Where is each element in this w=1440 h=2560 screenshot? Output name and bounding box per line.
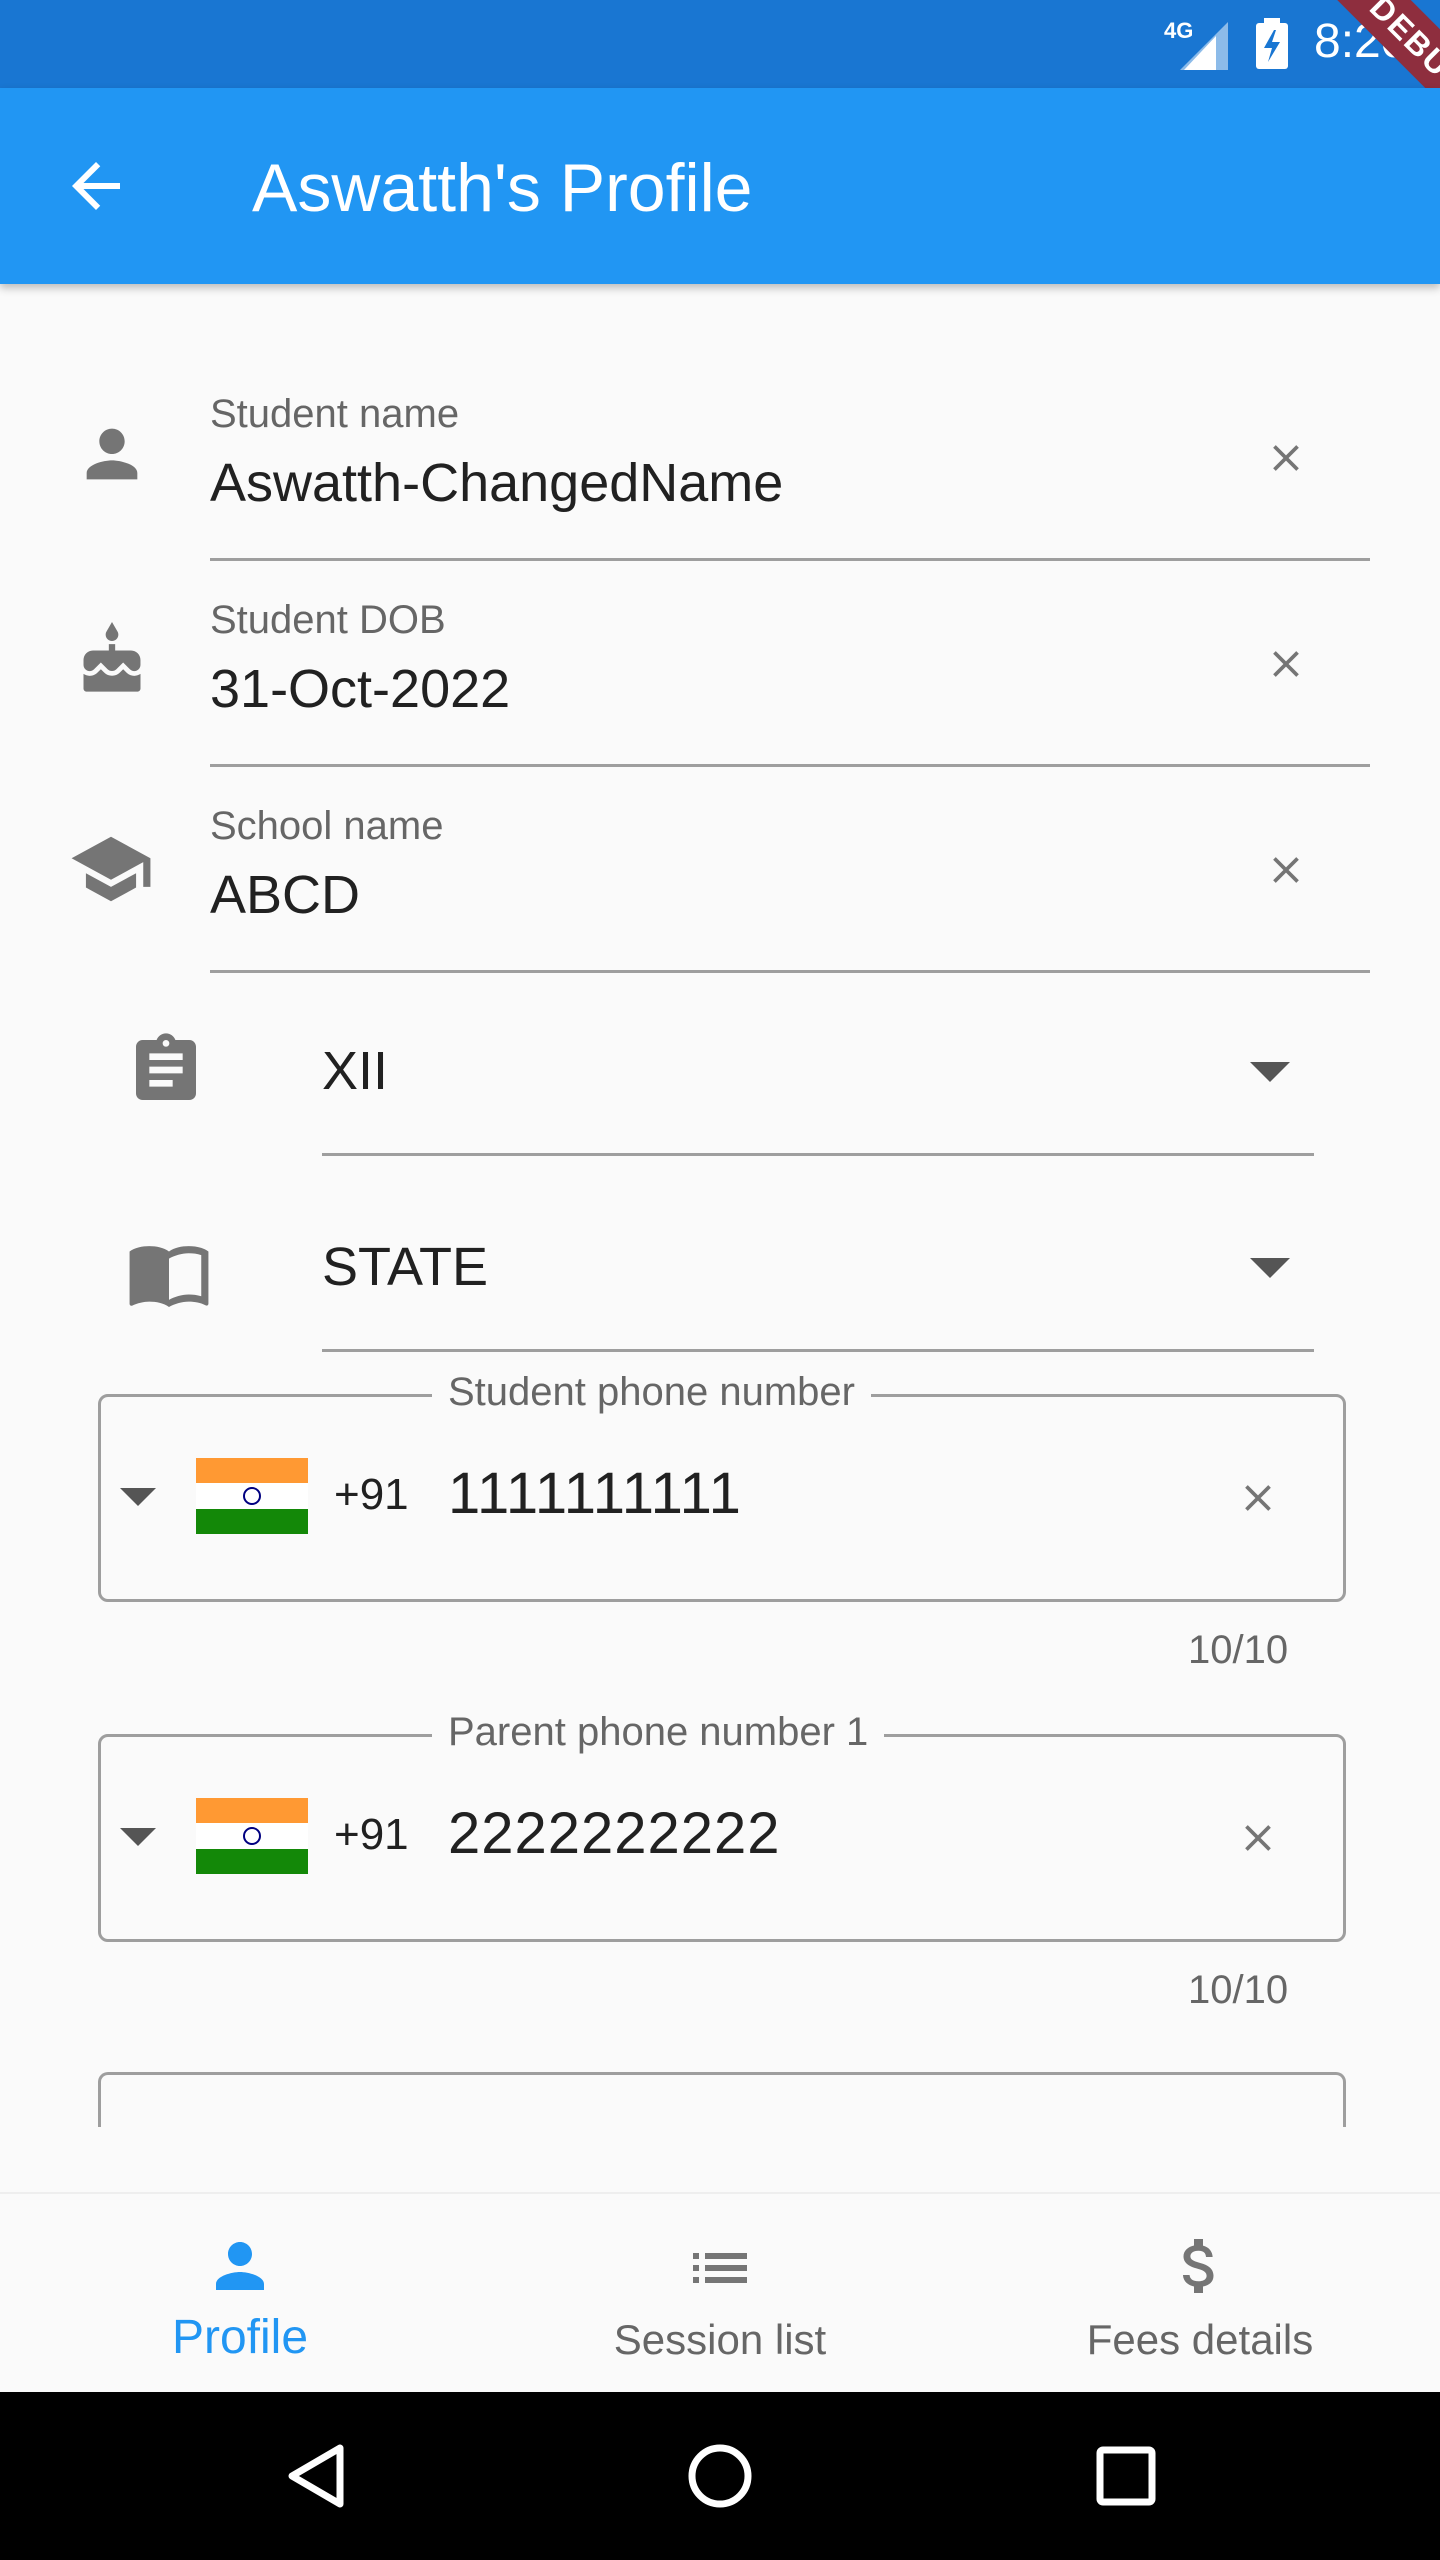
- india-flag-icon[interactable]: [196, 1458, 308, 1534]
- school-name-underline: [210, 970, 1370, 973]
- nav-fees-details-label: Fees details: [1086, 2316, 1314, 2363]
- student-phone-counter: 10/10: [1188, 1628, 1289, 1672]
- app-bar: Aswatth's Profile: [0, 88, 1440, 284]
- nav-fees-details[interactable]: Fees details: [960, 2194, 1440, 2394]
- student-phone-label: Student phone number: [432, 1370, 871, 1415]
- india-flag-icon[interactable]: [196, 1798, 308, 1874]
- system-home-icon[interactable]: [684, 2440, 756, 2512]
- student-dob-underline: [210, 764, 1370, 767]
- country-picker-arrow-icon[interactable]: [120, 1488, 156, 1506]
- clear-student-name-icon[interactable]: [1264, 436, 1308, 480]
- dollar-icon: [1182, 2239, 1214, 2293]
- student-country-code[interactable]: +91: [334, 1470, 409, 1520]
- student-name-label: Student name: [210, 392, 460, 436]
- back-arrow-icon[interactable]: [60, 150, 132, 222]
- grade-dropdown[interactable]: XII: [322, 1040, 388, 1102]
- nav-profile[interactable]: Profile: [0, 2194, 480, 2394]
- student-name-input[interactable]: Aswatth-ChangedName: [210, 452, 783, 514]
- person-icon: [86, 428, 138, 480]
- board-dropdown[interactable]: STATE: [322, 1236, 488, 1298]
- list-icon: [693, 2253, 747, 2283]
- parent-phone-1-label: Parent phone number 1: [432, 1710, 885, 1755]
- parent-phone-1-counter: 10/10: [1188, 1968, 1289, 2012]
- cake-icon: [83, 622, 141, 692]
- school-icon: [71, 836, 151, 902]
- page-title: Aswatth's Profile: [252, 150, 753, 226]
- book-icon: [129, 1246, 209, 1308]
- system-recents-icon[interactable]: [1090, 2440, 1162, 2512]
- bottom-navigation: Profile Session list Fees details: [0, 2192, 1440, 2394]
- battery-charging-icon: [1256, 18, 1288, 69]
- status-bar: 4G 8:20 DEBUG: [0, 0, 1440, 192]
- clear-parent-phone-1-icon[interactable]: [1236, 1816, 1280, 1860]
- clear-school-name-icon[interactable]: [1264, 848, 1308, 892]
- parent-phone-1-input[interactable]: 2222222222: [448, 1800, 781, 1867]
- clear-student-phone-icon[interactable]: [1236, 1476, 1280, 1520]
- grade-dropdown-arrow-icon[interactable]: [1250, 1062, 1290, 1082]
- student-dob-label: Student DOB: [210, 598, 446, 642]
- school-name-input[interactable]: ABCD: [210, 864, 360, 926]
- nav-session-list-label: Session list: [613, 2316, 827, 2363]
- system-back-icon[interactable]: [280, 2440, 352, 2512]
- next-field-partial[interactable]: [98, 2072, 1346, 2127]
- assignment-icon: [136, 1033, 196, 1100]
- parent-1-country-code[interactable]: +91: [334, 1810, 409, 1860]
- student-phone-input[interactable]: 1111111111: [448, 1460, 742, 1527]
- grade-underline: [322, 1153, 1314, 1156]
- clear-student-dob-icon[interactable]: [1264, 642, 1308, 686]
- school-name-label: School name: [210, 804, 444, 848]
- nav-session-list[interactable]: Session list: [480, 2194, 960, 2394]
- board-dropdown-arrow-icon[interactable]: [1250, 1258, 1290, 1278]
- system-navigation-bar: [0, 2392, 1440, 2560]
- student-name-underline: [210, 558, 1370, 561]
- student-dob-input[interactable]: 31-Oct-2022: [210, 658, 510, 720]
- person-icon: [216, 2242, 264, 2290]
- board-underline: [322, 1349, 1314, 1352]
- country-picker-arrow-icon[interactable]: [120, 1828, 156, 1846]
- signal-icon: [1180, 22, 1228, 70]
- nav-profile-label: Profile: [171, 2311, 309, 2364]
